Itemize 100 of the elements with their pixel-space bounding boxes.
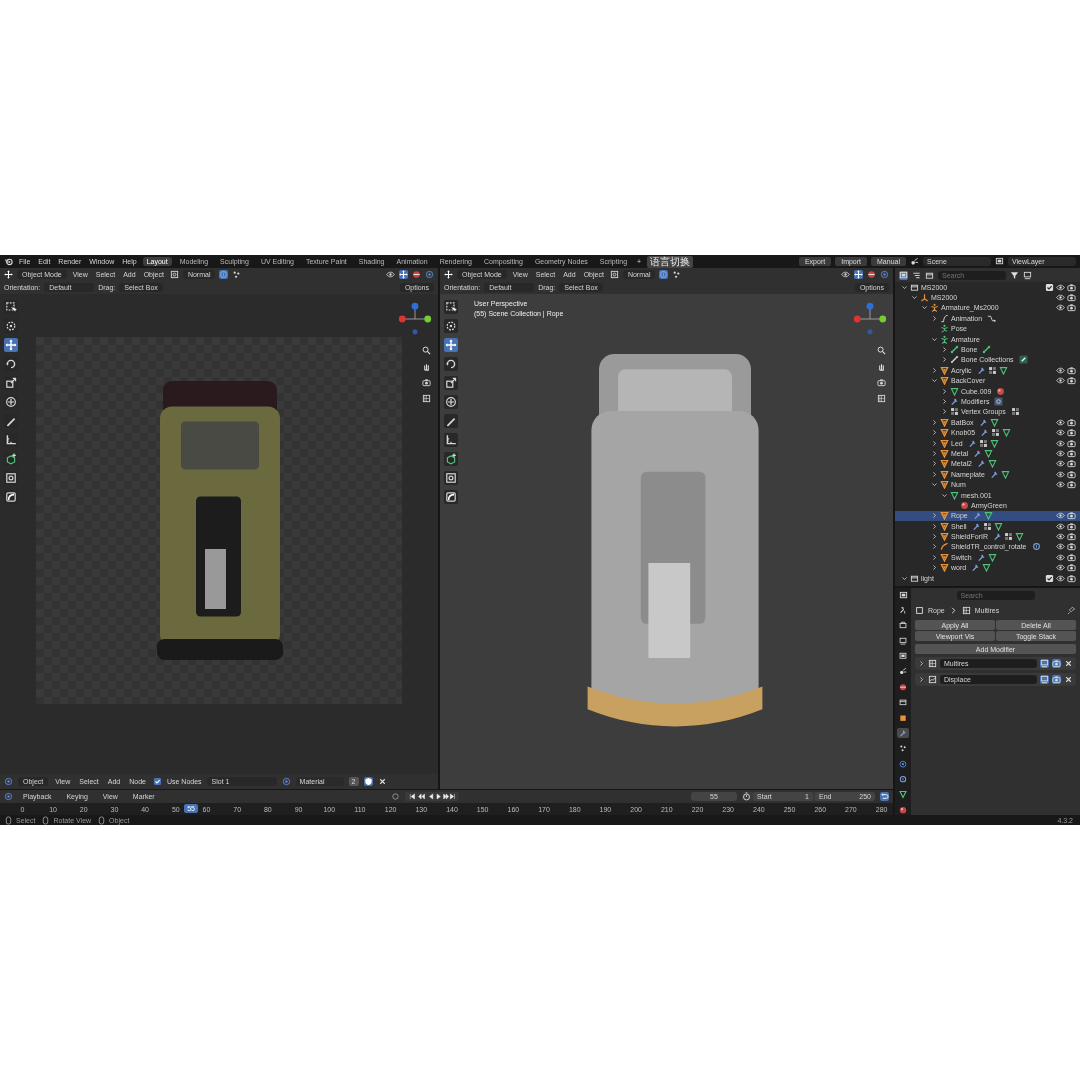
properties-tab-icon[interactable] [897,681,909,693]
camera-icon[interactable] [1067,282,1076,292]
close-icon[interactable] [1064,659,1073,668]
tool-icon[interactable] [444,452,458,466]
data-badge-icon[interactable] [996,386,1006,396]
wrench-icon[interactable] [978,417,988,427]
wrench-icon[interactable] [992,532,1002,542]
eye-icon[interactable] [1056,511,1065,521]
vertex-groups-icon[interactable] [982,521,992,531]
eye-icon[interactable] [1056,376,1065,386]
camera-icon[interactable] [1067,428,1076,438]
camera-icon[interactable] [1067,303,1076,313]
camera-icon[interactable] [877,378,886,387]
vertex-groups-icon[interactable] [991,428,1001,438]
properties-tab-icon[interactable] [897,743,909,754]
properties-tab-icon[interactable] [897,804,909,816]
properties-tab-icon[interactable] [897,727,909,739]
zoom-icon[interactable] [422,346,431,355]
camera-icon[interactable] [1067,511,1076,521]
wrench-icon[interactable] [976,552,986,562]
camera-icon[interactable] [1067,480,1076,490]
data-badge-icon[interactable] [1010,407,1020,417]
data-badge-icon[interactable] [1018,355,1028,365]
eye-icon[interactable] [1056,469,1065,479]
eye-icon[interactable] [1056,282,1065,292]
transform-orientation-icon[interactable] [169,270,179,279]
eye-icon[interactable] [1056,417,1065,427]
tool-icon[interactable] [444,395,458,409]
eye-icon[interactable] [1056,563,1065,573]
app-logo-icon[interactable] [4,257,13,266]
filter-icon[interactable] [1010,270,1019,280]
eye-icon[interactable] [1056,428,1065,438]
fake-user-icon[interactable] [363,777,373,786]
camera-icon[interactable] [1067,417,1076,427]
camera-icon[interactable] [422,378,431,387]
eye-icon[interactable] [1056,438,1065,448]
wrench-icon[interactable] [976,365,986,375]
tool-icon[interactable] [4,452,18,466]
eye-icon[interactable] [1056,480,1065,490]
camera-icon[interactable] [1067,376,1076,386]
camera-icon[interactable] [1067,573,1076,583]
tool-icon[interactable] [4,433,18,447]
camera-icon[interactable] [1067,293,1076,303]
data-badge-icon[interactable] [982,345,992,355]
filter-list-icon[interactable] [912,270,921,280]
grid-icon[interactable] [877,394,886,403]
camera-icon[interactable] [1067,563,1076,573]
eye-icon[interactable] [1056,521,1065,531]
mesh-data-icon[interactable] [998,365,1008,375]
tool-icon[interactable] [4,357,18,371]
view-layer-icon[interactable] [995,257,1004,266]
eye-icon[interactable] [1056,542,1065,552]
properties-tab-icon[interactable] [897,697,909,708]
tool-icon[interactable] [444,490,458,504]
grid-snap-icon[interactable] [232,270,242,279]
eye-icon[interactable] [1056,532,1065,542]
language-switch-button[interactable]: 语言切换 [647,255,694,268]
transform-orientation-icon[interactable] [609,270,619,279]
gizmo-icon[interactable] [854,270,863,279]
vertex-groups-icon[interactable] [978,438,988,448]
properties-tab-icon[interactable] [897,773,909,785]
tool-icon[interactable] [444,433,458,447]
camera-icon[interactable] [1067,469,1076,479]
eye-icon[interactable] [1056,293,1065,303]
wrench-icon[interactable] [977,459,986,469]
stopwatch-icon[interactable] [742,792,751,801]
wrench-icon[interactable] [973,448,983,458]
monitor-icon[interactable] [1040,659,1049,668]
record-icon[interactable] [391,792,401,801]
close-icon[interactable] [1064,675,1073,684]
camera-icon[interactable] [1067,521,1076,531]
eye-icon[interactable] [1056,365,1065,375]
grid-snap-icon[interactable] [672,270,682,279]
eye-icon[interactable] [1056,448,1065,458]
tool-icon[interactable] [444,414,458,428]
tool-icon[interactable] [444,357,458,371]
tool-icon[interactable] [4,471,18,485]
eye-icon[interactable] [1056,552,1065,562]
camera-icon[interactable] [1067,438,1076,448]
camera-icon[interactable] [1067,459,1076,469]
eye-icon[interactable] [1056,459,1065,469]
camera-icon[interactable] [1067,552,1076,562]
tool-icon[interactable] [4,376,18,390]
visibility-icon[interactable] [841,270,850,279]
include-checkbox[interactable] [1045,573,1054,583]
wrench-icon[interactable] [971,563,981,573]
properties-tab-icon[interactable] [897,666,909,677]
camera-icon[interactable] [1052,675,1061,684]
scene-icon[interactable] [910,257,919,266]
include-checkbox[interactable] [1045,282,1054,292]
camera-icon[interactable] [1067,365,1076,375]
monitor-icon[interactable] [1040,675,1049,684]
playback-controls[interactable] [405,792,460,801]
shading-icon[interactable] [880,270,889,279]
loop-icon[interactable] [880,792,889,801]
wrench-icon[interactable] [980,428,990,438]
tool-icon[interactable] [444,471,458,485]
eye-icon[interactable] [1056,303,1065,313]
properties-tab-icon[interactable] [897,635,909,647]
properties-tab-icon[interactable] [897,651,909,662]
